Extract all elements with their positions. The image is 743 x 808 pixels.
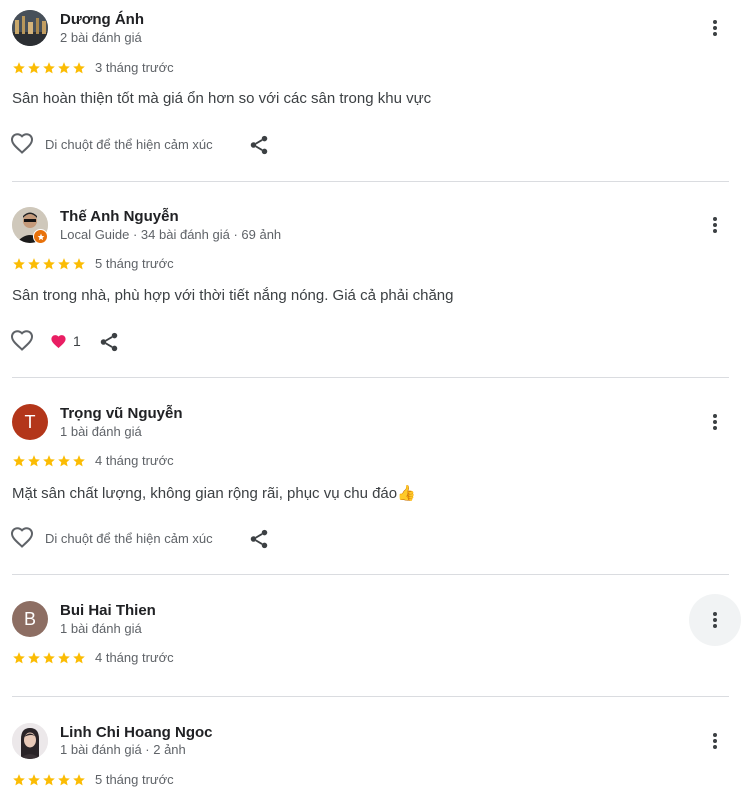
divider	[12, 377, 729, 378]
star-icon	[27, 651, 41, 665]
avatar-photo	[12, 10, 48, 46]
reaction-summary[interactable]: 1	[50, 333, 81, 350]
local-guide-badge	[33, 229, 48, 244]
reaction-count: 1	[73, 333, 81, 349]
reviewer-name[interactable]: Bui Hai Thien	[60, 602, 156, 619]
reviewer-meta: Local Guide · 34 bài đánh giá · 69 ảnh	[60, 227, 282, 242]
star-icon	[27, 773, 41, 787]
more-options-button[interactable]	[696, 9, 734, 47]
more-vert-icon	[713, 612, 717, 628]
star-rating	[12, 773, 86, 787]
react-hint: Di chuột để thể hiện cảm xúc	[45, 530, 213, 546]
review-date: 4 tháng trước	[95, 453, 174, 468]
star-icon	[57, 61, 71, 75]
divider	[12, 574, 729, 575]
avatar[interactable]	[12, 10, 48, 46]
star-icon	[42, 773, 56, 787]
star-rating	[12, 454, 86, 468]
star-icon	[72, 651, 86, 665]
more-vert-icon	[713, 217, 717, 233]
share-icon[interactable]	[248, 528, 270, 550]
star-icon	[42, 257, 56, 271]
heart-outline-icon[interactable]	[10, 526, 34, 550]
star-icon	[12, 61, 26, 75]
reviewer-name[interactable]: Thế Anh Nguyễn	[60, 208, 179, 225]
avatar[interactable]: B	[12, 601, 48, 637]
star-icon	[72, 257, 86, 271]
avatar-photo	[12, 723, 48, 759]
star-icon	[12, 454, 26, 468]
reviewer-meta: 2 bài đánh giá	[60, 30, 142, 45]
review-date: 3 tháng trước	[95, 60, 174, 75]
divider	[12, 696, 729, 697]
review-text: Sân hoàn thiện tốt mà giá ổn hơn so với …	[12, 90, 432, 107]
star-icon	[57, 651, 71, 665]
reviewer-name[interactable]: Linh Chi Hoang Ngoc	[60, 724, 212, 741]
star-icon	[57, 773, 71, 787]
avatar-letter: T	[24, 411, 36, 432]
heart-outline-icon[interactable]	[10, 329, 34, 353]
more-vert-icon	[713, 733, 717, 749]
more-options-button[interactable]	[689, 594, 741, 646]
star-icon	[42, 61, 56, 75]
share-icon[interactable]	[98, 331, 120, 353]
more-options-button[interactable]	[696, 206, 734, 244]
review-actions: Di chuột để thể hiện cảm xúc	[10, 131, 213, 157]
local-guide-star-icon	[37, 233, 44, 240]
star-icon	[27, 257, 41, 271]
star-icon	[27, 61, 41, 75]
star-icon	[57, 257, 71, 271]
avatar-letter: B	[23, 608, 36, 629]
reviewer-name[interactable]: Dương Ánh	[60, 11, 144, 28]
star-icon	[57, 454, 71, 468]
react-hint: Di chuột để thể hiện cảm xúc	[45, 136, 213, 152]
star-icon	[12, 651, 26, 665]
reviewer-meta: 1 bài đánh giá	[60, 621, 142, 636]
star-icon	[27, 454, 41, 468]
review-text: Mặt sân chất lượng, không gian rộng rãi,…	[12, 485, 416, 502]
review-text: Sân trong nhà, phù hợp với thời tiết nắn…	[12, 287, 454, 304]
review-date: 5 tháng trước	[95, 772, 174, 787]
review-date: 5 tháng trước	[95, 256, 174, 271]
heart-reaction-icon	[51, 334, 66, 348]
star-icon	[42, 651, 56, 665]
star-rating	[12, 61, 86, 75]
more-vert-icon	[713, 20, 717, 36]
star-icon	[72, 61, 86, 75]
star-icon	[72, 454, 86, 468]
avatar[interactable]: T	[12, 404, 48, 440]
review-actions: Di chuột để thể hiện cảm xúc	[10, 525, 213, 551]
divider	[12, 181, 729, 182]
star-icon	[42, 454, 56, 468]
star-icon	[72, 773, 86, 787]
star-rating	[12, 257, 86, 271]
star-rating	[12, 651, 86, 665]
reviewer-meta: 1 bài đánh giá	[60, 424, 142, 439]
review-actions: 1	[10, 328, 81, 354]
avatar[interactable]	[12, 723, 48, 759]
heart-outline-icon[interactable]	[10, 132, 34, 156]
reviewer-name[interactable]: Trọng vũ Nguyễn	[60, 405, 183, 422]
reviewer-meta: 1 bài đánh giá · 2 ảnh	[60, 742, 186, 757]
share-icon[interactable]	[248, 134, 270, 156]
more-vert-icon	[713, 414, 717, 430]
star-icon	[12, 773, 26, 787]
review-date: 4 tháng trước	[95, 650, 174, 665]
more-options-button[interactable]	[696, 403, 734, 441]
more-options-button[interactable]	[696, 722, 734, 760]
star-icon	[12, 257, 26, 271]
